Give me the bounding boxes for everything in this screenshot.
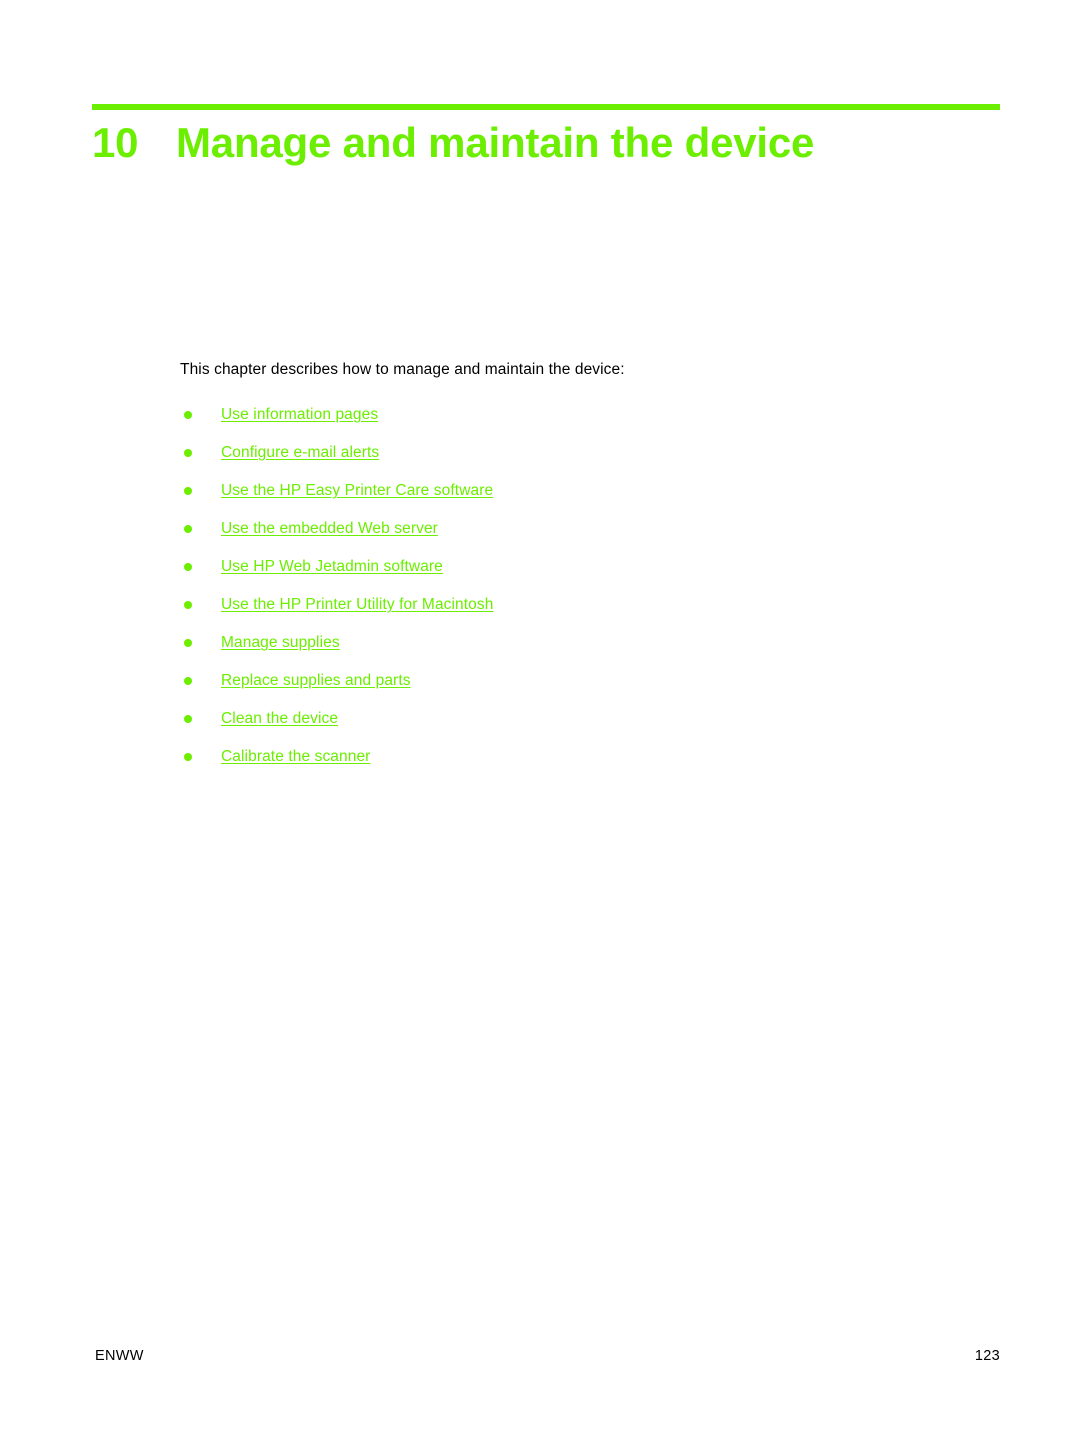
chapter-title-text: Manage and maintain the device: [176, 119, 815, 166]
document-page: 10 Manage and maintain the device This c…: [0, 0, 1080, 1437]
topic-link-replace-supplies-and-parts[interactable]: Replace supplies and parts: [221, 672, 411, 689]
bullet-icon: [184, 677, 192, 685]
footer-page-number: 123: [974, 1348, 1000, 1364]
topic-link-configure-e-mail-alerts[interactable]: Configure e-mail alerts: [221, 444, 379, 461]
list-item: Clean the device: [180, 708, 1000, 746]
topic-link-use-information-pages[interactable]: Use information pages: [221, 406, 378, 423]
bullet-icon: [184, 563, 192, 571]
bullet-icon: [184, 411, 192, 419]
bullet-icon: [184, 715, 192, 723]
footer-locale: ENWW: [95, 1348, 144, 1364]
list-item: Use the HP Printer Utility for Macintosh: [180, 594, 1000, 632]
bullet-icon: [184, 487, 192, 495]
list-item: Calibrate the scanner: [180, 746, 1000, 784]
list-item: Use HP Web Jetadmin software: [180, 556, 1000, 594]
list-item: Use information pages: [180, 404, 1000, 442]
intro-paragraph: This chapter describes how to manage and…: [180, 361, 625, 378]
page-title: 10 Manage and maintain the device: [92, 110, 1000, 168]
list-item: Use the embedded Web server: [180, 518, 1000, 556]
bullet-icon: [184, 449, 192, 457]
topic-link-hp-printer-utility-for-macintosh[interactable]: Use the HP Printer Utility for Macintosh: [221, 596, 493, 613]
bullet-icon: [184, 525, 192, 533]
list-item: Replace supplies and parts: [180, 670, 1000, 708]
topic-link-hp-easy-printer-care-software[interactable]: Use the HP Easy Printer Care software: [221, 482, 493, 499]
topic-link-hp-web-jetadmin-software[interactable]: Use HP Web Jetadmin software: [221, 558, 443, 575]
topic-link-clean-the-device[interactable]: Clean the device: [221, 710, 338, 727]
list-item: Use the HP Easy Printer Care software: [180, 480, 1000, 518]
page-footer: ENWW 123: [95, 1348, 1000, 1364]
bullet-icon: [184, 601, 192, 609]
topic-link-manage-supplies[interactable]: Manage supplies: [221, 634, 340, 651]
list-item: Manage supplies: [180, 632, 1000, 670]
chapter-content: This chapter describes how to manage and…: [180, 360, 1000, 784]
chapter-topic-list: Use information pages Configure e-mail a…: [180, 404, 1000, 784]
chapter-header: 10 Manage and maintain the device: [92, 104, 1000, 168]
topic-link-calibrate-the-scanner[interactable]: Calibrate the scanner: [221, 748, 370, 765]
chapter-number: 10: [92, 119, 139, 166]
list-item: Configure e-mail alerts: [180, 442, 1000, 480]
topic-link-embedded-web-server[interactable]: Use the embedded Web server: [221, 520, 438, 537]
bullet-icon: [184, 639, 192, 647]
bullet-icon: [184, 753, 192, 761]
